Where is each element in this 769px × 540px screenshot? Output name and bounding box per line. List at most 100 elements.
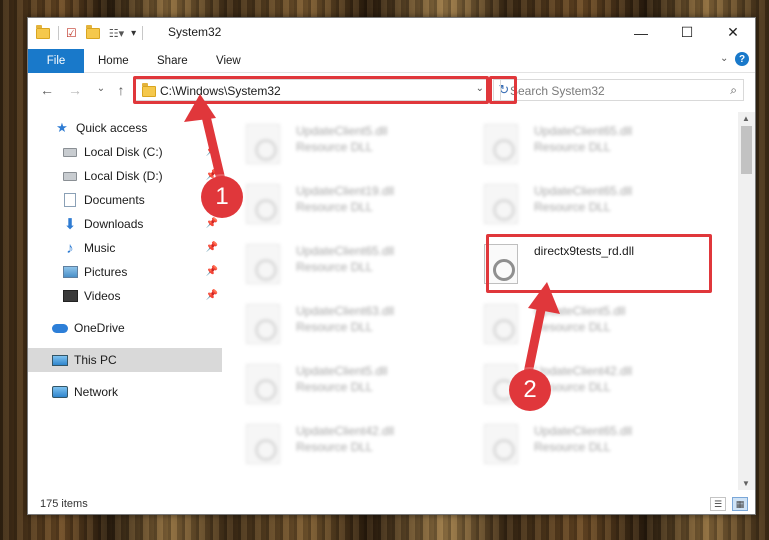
new-folder-icon[interactable] xyxy=(85,24,100,39)
disk-icon xyxy=(62,168,78,184)
file-highlight-box xyxy=(486,234,712,293)
scroll-down-icon[interactable]: ▼ xyxy=(742,479,750,488)
sidebar-item-local-disk-c[interactable]: Local Disk (C:) 📌 xyxy=(28,140,222,164)
sidebar-item-local-disk-d[interactable]: Local Disk (D:) 📌 xyxy=(28,164,222,188)
customize-toolbar-icon[interactable]: ☷▾ xyxy=(109,27,124,40)
sidebar-item-music[interactable]: ♪ Music 📌 xyxy=(28,236,222,260)
file-name: UpdateClient65.dll xyxy=(534,424,633,438)
sidebar-item-pictures[interactable]: Pictures 📌 xyxy=(28,260,222,284)
toolbar-dropdown-icon[interactable]: ▾ xyxy=(131,28,136,39)
file-item[interactable]: UpdateClient5.dll Resource DLL xyxy=(464,296,694,352)
dll-file-icon xyxy=(484,304,518,344)
sidebar-item-label: Downloads xyxy=(84,217,144,231)
file-item[interactable]: UpdateClient42.dll Resource DLL xyxy=(464,356,694,412)
details-view-icon[interactable]: ☰ xyxy=(710,497,726,511)
file-item[interactable]: UpdateClient5.dll Resource DLL xyxy=(226,356,456,412)
pin-icon[interactable]: 📌 xyxy=(206,218,218,229)
dll-file-icon xyxy=(246,304,280,344)
sidebar-item-network[interactable]: Network xyxy=(28,380,222,404)
file-item[interactable]: UpdateClient19.dll Resource DLL xyxy=(226,176,456,232)
dll-file-icon xyxy=(246,364,280,404)
file-name: UpdateClient63.dll xyxy=(296,304,395,318)
file-name: UpdateClient42.dll xyxy=(296,424,395,438)
file-name: UpdateClient19.dll xyxy=(296,184,395,198)
minimize-button[interactable]: — xyxy=(618,18,664,47)
file-name: UpdateClient65.dll xyxy=(296,244,395,258)
sidebar-item-onedrive[interactable]: OneDrive xyxy=(28,316,222,340)
file-name: UpdateClient65.dll xyxy=(534,184,633,198)
sidebar-item-videos[interactable]: Videos 📌 xyxy=(28,284,222,308)
file-type: Resource DLL xyxy=(296,200,373,214)
dll-file-icon xyxy=(246,424,280,464)
quick-access-toolbar: ☑ ☷▾ ▾ xyxy=(36,24,144,42)
sidebar-item-documents[interactable]: Documents 📌 xyxy=(28,188,222,212)
help-icon[interactable]: ? xyxy=(735,52,749,66)
sidebar-item-label: Videos xyxy=(84,289,121,303)
pin-icon[interactable]: 📌 xyxy=(206,290,218,301)
forward-button[interactable]: → xyxy=(66,82,84,98)
expand-ribbon-icon[interactable]: ⌄ xyxy=(720,53,728,64)
tab-file[interactable]: File xyxy=(28,49,84,73)
search-icon: ⌕ xyxy=(730,83,737,97)
pin-icon[interactable]: 📌 xyxy=(206,242,218,253)
back-button[interactable]: ← xyxy=(38,82,56,98)
file-item[interactable]: UpdateClient65.dll Resource DLL xyxy=(464,176,694,232)
file-name: UpdateClient65.dll xyxy=(534,124,633,138)
tab-share[interactable]: Share xyxy=(157,55,188,67)
file-item[interactable]: UpdateClient65.dll Resource DLL xyxy=(464,416,694,472)
properties-icon[interactable]: ☑ xyxy=(66,26,77,40)
documents-icon xyxy=(62,192,78,208)
sidebar-item-downloads[interactable]: ⬇ Downloads 📌 xyxy=(28,212,222,236)
search-input[interactable]: Search System32 xyxy=(510,84,605,98)
sidebar-item-label: OneDrive xyxy=(74,321,125,335)
file-item[interactable]: UpdateClient65.dll Resource DLL xyxy=(464,116,694,172)
item-count: 175 items xyxy=(40,498,88,510)
step-badge-2: 2 xyxy=(509,369,551,411)
downloads-icon: ⬇ xyxy=(63,216,77,233)
address-highlight-box xyxy=(133,76,489,104)
large-icons-view-icon[interactable]: ▦ xyxy=(732,497,748,511)
file-item[interactable]: UpdateClient63.dll Resource DLL xyxy=(226,296,456,352)
file-type: Resource DLL xyxy=(296,380,373,394)
file-name: UpdateClient5.dll xyxy=(534,304,626,318)
sidebar-item-this-pc[interactable]: This PC xyxy=(28,348,222,372)
close-button[interactable]: ✕ xyxy=(710,18,756,47)
disk-icon xyxy=(62,144,78,160)
scroll-up-icon[interactable]: ▲ xyxy=(742,114,750,123)
file-type: Resource DLL xyxy=(534,140,611,154)
up-button[interactable]: ↑ xyxy=(112,82,130,98)
refresh-highlight-box xyxy=(489,76,517,104)
maximize-button[interactable]: ☐ xyxy=(664,18,710,47)
navigation-pane: ★ Quick access Local Disk (C:) 📌 Local D… xyxy=(28,112,222,492)
file-item[interactable]: UpdateClient65.dll Resource DLL xyxy=(226,236,456,292)
pin-icon[interactable]: 📌 xyxy=(206,266,218,277)
title-bar: ☑ ☷▾ ▾ System32 — ☐ ✕ xyxy=(28,18,755,47)
sidebar-item-label: Documents xyxy=(84,193,145,207)
file-type: Resource DLL xyxy=(296,440,373,454)
sidebar-item-label: Music xyxy=(84,241,116,255)
file-item[interactable]: UpdateClient42.dll Resource DLL xyxy=(226,416,456,472)
file-type: Resource DLL xyxy=(534,200,611,214)
tab-home[interactable]: Home xyxy=(98,55,129,67)
dll-file-icon xyxy=(246,124,280,164)
dll-file-icon xyxy=(484,124,518,164)
file-item[interactable]: UpdateClient5.dll Resource DLL xyxy=(226,116,456,172)
search-box[interactable]: Search System32 ⌕ xyxy=(500,79,744,101)
pin-icon[interactable]: 📌 xyxy=(206,146,218,157)
dll-file-icon xyxy=(246,184,280,224)
sidebar-item-label: Local Disk (D:) xyxy=(84,169,163,183)
pictures-icon xyxy=(62,264,78,280)
file-name: UpdateClient5.dll xyxy=(296,364,388,378)
sidebar-item-label: Local Disk (C:) xyxy=(84,145,163,159)
tab-view[interactable]: View xyxy=(216,55,241,67)
star-icon: ★ xyxy=(56,120,68,135)
file-type: Resource DLL xyxy=(296,320,373,334)
dll-file-icon xyxy=(246,244,280,284)
videos-icon xyxy=(62,288,78,304)
music-icon: ♪ xyxy=(66,239,74,257)
recent-locations-button[interactable]: ⌄ xyxy=(92,83,110,94)
sidebar-item-quick-access[interactable]: ★ Quick access xyxy=(28,116,222,140)
scrollbar-thumb[interactable] xyxy=(741,126,752,174)
vertical-scrollbar[interactable]: ▲ ▼ xyxy=(738,112,755,490)
onedrive-icon xyxy=(52,320,68,336)
